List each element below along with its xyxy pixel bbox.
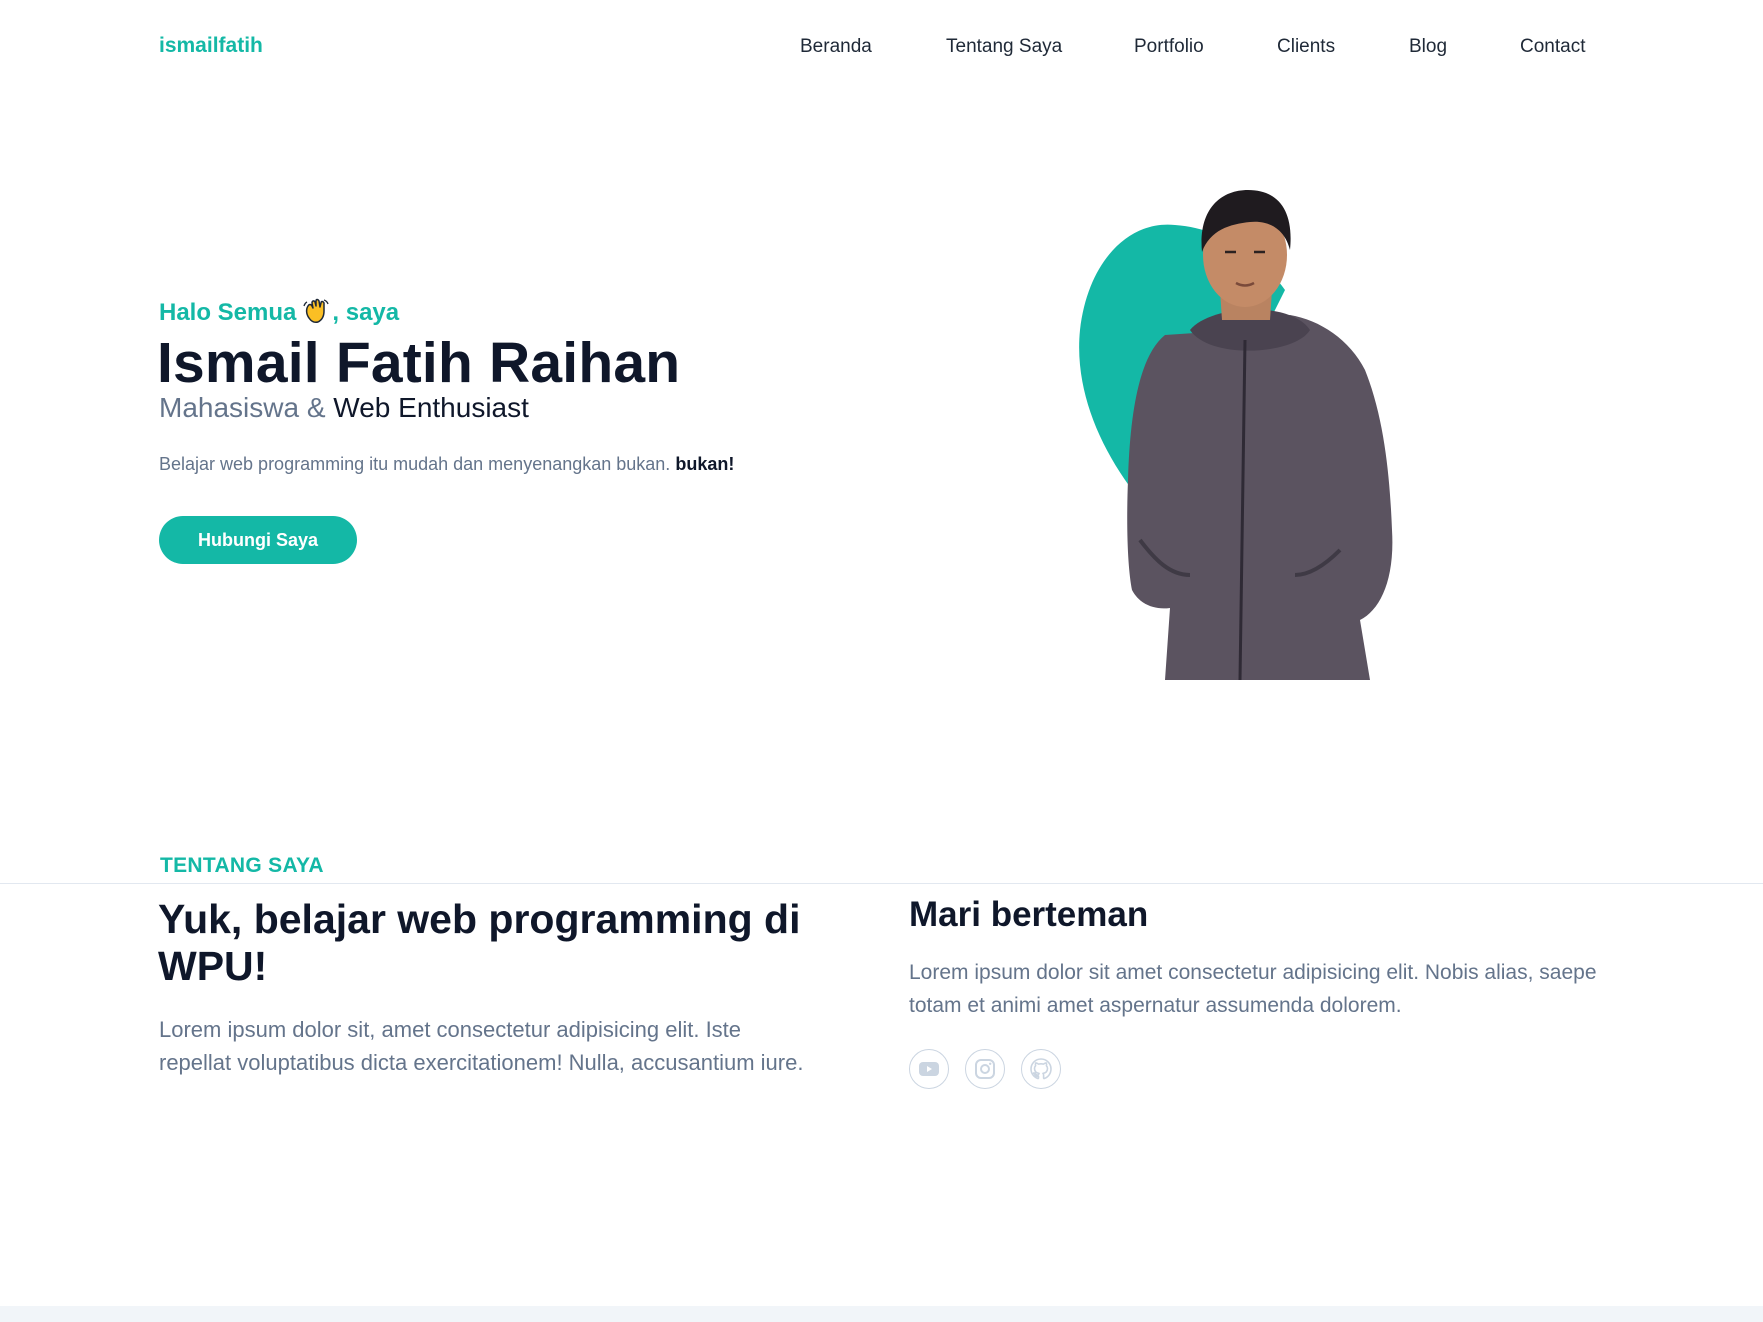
about-text: Lorem ipsum dolor sit, amet consectetur … [159, 1017, 804, 1075]
role-accent: Web Enthusiast [333, 392, 529, 423]
section-divider [0, 883, 1763, 884]
nav-contact[interactable]: Contact [1520, 36, 1585, 58]
hero-name: Ismail Fatih Raihan [157, 331, 681, 395]
nav-tentang-saya[interactable]: Tentang Saya [946, 36, 1062, 58]
instagram-icon [975, 1059, 995, 1079]
instagram-link[interactable] [965, 1049, 1005, 1089]
greeting-text: Halo Semua [159, 299, 297, 326]
main-nav: Beranda Tentang Saya Portfolio Clients B… [0, 36, 1763, 60]
role-prefix: Mahasiswa & [159, 392, 326, 423]
hero-description: Belajar web programming itu mudah dan me… [159, 454, 734, 475]
profile-photo [1079, 190, 1393, 680]
hero-greeting: Halo Semua , saya [159, 297, 399, 327]
hero-role: Mahasiswa & Web Enthusiast [159, 392, 529, 424]
github-link[interactable] [1021, 1049, 1061, 1089]
nav-beranda[interactable]: Beranda [800, 36, 872, 58]
nav-blog[interactable]: Blog [1409, 36, 1447, 58]
about-title: Yuk, belajar web programming di WPU! [158, 896, 801, 989]
waving-hand-icon [303, 298, 330, 323]
greeting-suffix: , saya [332, 299, 400, 326]
github-icon [1030, 1058, 1052, 1080]
hero-description-bold: bukan! [675, 454, 735, 474]
hero-description-text: Belajar web programming itu mudah dan me… [159, 454, 671, 474]
footer-strip [0, 1306, 1763, 1322]
friends-title: Mari berteman [909, 895, 1149, 934]
youtube-icon [919, 1062, 939, 1076]
section-label-about: TENTANG SAYA [160, 854, 324, 877]
friends-text: Lorem ipsum dolor sit amet consectetur a… [909, 961, 1597, 1017]
nav-portfolio[interactable]: Portfolio [1134, 36, 1204, 58]
contact-me-button[interactable]: Hubungi Saya [159, 516, 357, 564]
youtube-link[interactable] [909, 1049, 949, 1089]
nav-clients[interactable]: Clients [1277, 36, 1335, 58]
